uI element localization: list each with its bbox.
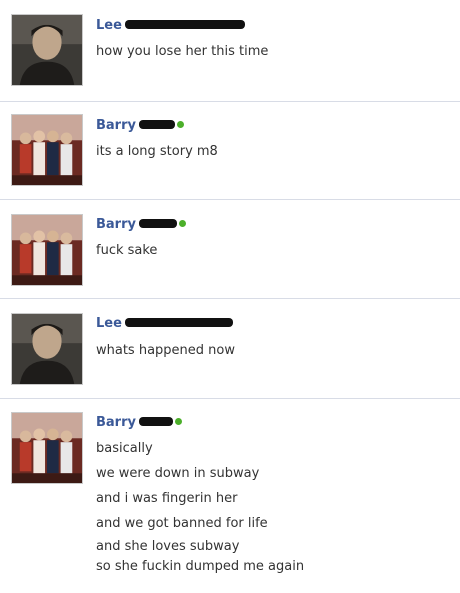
sender-name[interactable]: Lee [96, 316, 233, 332]
divider [0, 101, 460, 102]
sender-name[interactable]: Barry [96, 217, 186, 233]
divider [0, 199, 460, 200]
divider [0, 398, 460, 399]
online-status-icon [178, 220, 186, 227]
sender-name[interactable]: Barry [96, 415, 182, 431]
avatar-lee[interactable] [11, 313, 83, 385]
redacted-surname [124, 318, 233, 327]
sender-name-text[interactable]: Lee [96, 18, 122, 33]
avatar-lee[interactable] [11, 14, 83, 86]
online-status-icon [176, 121, 184, 128]
avatar-barry-group-image [12, 413, 82, 483]
redacted-surname [124, 20, 245, 29]
message-text: and i was fingerin her [96, 491, 238, 506]
sender-name-text[interactable]: Barry [96, 217, 136, 232]
sender-name-text[interactable]: Barry [96, 415, 136, 430]
avatar-barry-group[interactable] [11, 114, 83, 186]
message-text: we were down in subway [96, 466, 260, 481]
sender-name[interactable]: Lee [96, 18, 245, 34]
divider [0, 298, 460, 299]
redacted-surname [138, 120, 175, 129]
message-text: and we got banned for life [96, 516, 268, 531]
redacted-surname [138, 417, 173, 426]
sender-name-text[interactable]: Lee [96, 316, 122, 331]
message-text: so she fuckin dumped me again [96, 559, 305, 574]
avatar-lee-image [12, 314, 82, 384]
message-thread: Lee how you lose her this time Barry its… [0, 0, 460, 593]
message-text: fuck sake [96, 243, 158, 258]
redacted-surname [138, 219, 177, 228]
message-text: and she loves subway [96, 539, 240, 554]
avatar-barry-group-image [12, 115, 82, 185]
message-text: whats happened now [96, 343, 235, 358]
message-text: basically [96, 441, 153, 456]
sender-name[interactable]: Barry [96, 118, 184, 134]
message-text: how you lose her this time [96, 44, 269, 59]
message-text: its a long story m8 [96, 144, 218, 159]
sender-name-text[interactable]: Barry [96, 118, 136, 133]
online-status-icon [174, 418, 182, 425]
avatar-lee-image [12, 15, 82, 85]
avatar-barry-group[interactable] [11, 412, 83, 484]
avatar-barry-group[interactable] [11, 214, 83, 286]
avatar-barry-group-image [12, 215, 82, 285]
